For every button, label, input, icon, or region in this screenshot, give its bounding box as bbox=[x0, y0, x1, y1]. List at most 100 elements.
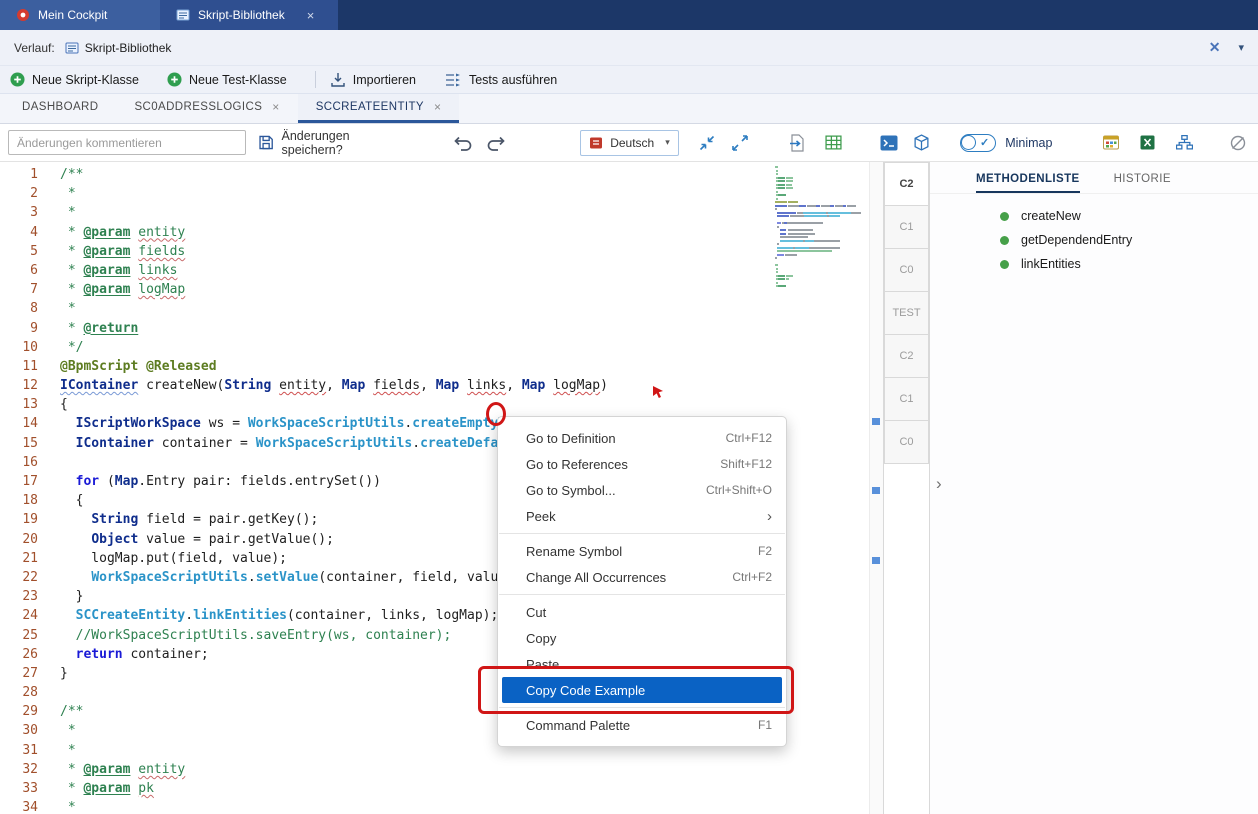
code-text: * bbox=[60, 299, 76, 318]
close-icon[interactable]: × bbox=[272, 100, 279, 114]
code-line[interactable]: 3 * bbox=[0, 203, 883, 222]
side-tab-c1[interactable]: C1 bbox=[884, 205, 929, 249]
run-tests-button[interactable]: Tests ausführen bbox=[444, 72, 557, 88]
minimap[interactable] bbox=[775, 166, 865, 289]
code-line[interactable]: 34 * bbox=[0, 798, 883, 814]
menu-shortcut: Ctrl+Shift+O bbox=[706, 483, 772, 497]
save-icon bbox=[258, 134, 274, 151]
menu-item-command-palette[interactable]: Command PaletteF1 bbox=[498, 712, 786, 738]
code-text: } bbox=[60, 664, 68, 683]
planner-button[interactable] bbox=[1098, 130, 1123, 156]
menu-item-go-to-symbol[interactable]: Go to Symbol...Ctrl+Shift+O bbox=[498, 477, 786, 503]
line-number: 27 bbox=[0, 664, 38, 683]
sync-disabled-button[interactable] bbox=[1225, 130, 1250, 156]
side-tab-test[interactable]: TEST bbox=[884, 291, 929, 335]
menu-item-label: Copy Code Example bbox=[526, 683, 772, 698]
code-line[interactable]: 4 * @param entity bbox=[0, 223, 883, 242]
code-line[interactable]: 33 * @param pk bbox=[0, 779, 883, 798]
menu-item-rename-symbol[interactable]: Rename SymbolF2 bbox=[498, 538, 786, 564]
table-view-button[interactable] bbox=[821, 130, 846, 156]
line-number: 28 bbox=[0, 683, 38, 702]
method-item-getdependendentry[interactable]: getDependendEntry bbox=[930, 228, 1258, 252]
export-code-button[interactable] bbox=[785, 130, 810, 156]
code-line[interactable]: 10 */ bbox=[0, 338, 883, 357]
new-test-class-button[interactable]: Neue Test-Klasse bbox=[167, 72, 287, 87]
line-number: 10 bbox=[0, 338, 38, 357]
line-number: 2 bbox=[0, 184, 38, 203]
code-text: * @param pk bbox=[60, 779, 154, 798]
line-number: 16 bbox=[0, 453, 38, 472]
menu-item-go-to-definition[interactable]: Go to DefinitionCtrl+F12 bbox=[498, 425, 786, 451]
undo-button[interactable] bbox=[450, 130, 475, 156]
code-line[interactable]: 5 * @param fields bbox=[0, 242, 883, 261]
method-item-createnew[interactable]: createNew bbox=[930, 204, 1258, 228]
import-button[interactable]: Importieren bbox=[330, 72, 416, 88]
window-tab-mein-cockpit[interactable]: Mein Cockpit bbox=[0, 0, 160, 30]
editor-scrollbar[interactable] bbox=[869, 162, 883, 814]
minimap-toggle[interactable]: ✓ bbox=[960, 134, 996, 152]
hierarchy-button[interactable] bbox=[1172, 130, 1197, 156]
code-line[interactable]: 1/** bbox=[0, 165, 883, 184]
menu-item-copy-code-example[interactable]: Copy Code Example bbox=[502, 677, 782, 703]
table-grid-icon bbox=[825, 135, 842, 150]
doc-tab-sccreateentity[interactable]: SCCREATEENTITY× bbox=[298, 94, 460, 123]
menu-item-cut[interactable]: Cut bbox=[498, 599, 786, 625]
minimap-row bbox=[775, 194, 865, 196]
comment-input[interactable] bbox=[8, 130, 246, 155]
code-line[interactable]: 7 * @param logMap bbox=[0, 280, 883, 299]
code-line[interactable]: 8 * bbox=[0, 299, 883, 318]
new-script-class-button[interactable]: Neue Skript-Klasse bbox=[10, 72, 139, 87]
line-number: 13 bbox=[0, 395, 38, 414]
code-line[interactable]: 11@BpmScript @Released bbox=[0, 357, 883, 376]
history-label: Verlauf: bbox=[14, 41, 55, 55]
code-text: * @param links bbox=[60, 261, 177, 280]
menu-item-change-all-occurrences[interactable]: Change All OccurrencesCtrl+F2 bbox=[498, 564, 786, 590]
history-bar: Verlauf: Skript-Bibliothek ✕ ▾ bbox=[0, 30, 1258, 66]
code-line[interactable]: 6 * @param links bbox=[0, 261, 883, 280]
window-tab-label: Mein Cockpit bbox=[38, 8, 107, 22]
doc-tab-sc0addresslogics[interactable]: SC0ADDRESSLOGICS× bbox=[116, 94, 297, 123]
save-label: Änderungen speichern? bbox=[282, 129, 409, 157]
chevron-right-icon[interactable]: › bbox=[936, 474, 942, 494]
code-line[interactable]: 2 * bbox=[0, 184, 883, 203]
code-text: { bbox=[60, 395, 68, 414]
menu-item-paste[interactable]: Paste bbox=[498, 651, 786, 677]
side-tab-c0[interactable]: C0 bbox=[884, 420, 929, 464]
window-tab-skript-bibliothek[interactable]: Skript-Bibliothek × bbox=[160, 0, 338, 30]
redo-icon bbox=[486, 134, 506, 152]
chevron-down-icon[interactable]: ▾ bbox=[1238, 41, 1244, 54]
package-button[interactable] bbox=[909, 130, 934, 156]
save-changes-button[interactable]: Änderungen speichern? bbox=[258, 129, 408, 157]
side-tab-c1[interactable]: C1 bbox=[884, 377, 929, 421]
menu-item-peek[interactable]: Peek› bbox=[498, 503, 786, 529]
language-value: Deutsch bbox=[610, 136, 654, 150]
tab-historie[interactable]: HISTORIE bbox=[1114, 173, 1171, 193]
doc-tab-dashboard[interactable]: DASHBOARD bbox=[4, 94, 116, 123]
terminal-button[interactable] bbox=[876, 130, 901, 156]
expand-button[interactable] bbox=[728, 130, 753, 156]
language-select[interactable]: Deutsch ▾ bbox=[580, 130, 679, 156]
method-item-linkentities[interactable]: linkEntities bbox=[930, 252, 1258, 276]
minimap-row bbox=[775, 222, 865, 224]
code-line[interactable]: 32 * @param entity bbox=[0, 760, 883, 779]
excel-export-button[interactable] bbox=[1135, 130, 1160, 156]
menu-shortcut: F2 bbox=[758, 544, 772, 558]
side-tab-c2[interactable]: C2 bbox=[884, 334, 929, 378]
code-line[interactable]: 9 * @return bbox=[0, 319, 883, 338]
side-tab-c2[interactable]: C2 bbox=[884, 162, 929, 206]
line-number: 12 bbox=[0, 376, 38, 395]
code-line[interactable]: 13 { bbox=[0, 395, 883, 414]
side-tab-c0[interactable]: C0 bbox=[884, 248, 929, 292]
close-icon[interactable]: × bbox=[307, 9, 315, 22]
redo-button[interactable] bbox=[483, 130, 508, 156]
history-item-skript-bibliothek[interactable]: Skript-Bibliothek bbox=[65, 41, 172, 55]
collapse-button[interactable] bbox=[695, 130, 720, 156]
minimap-row bbox=[775, 180, 865, 182]
menu-item-go-to-references[interactable]: Go to ReferencesShift+F12 bbox=[498, 451, 786, 477]
close-icon[interactable]: × bbox=[434, 100, 441, 114]
tab-methodenliste[interactable]: METHODENLISTE bbox=[976, 173, 1080, 193]
code-text: } bbox=[60, 587, 83, 606]
menu-item-copy[interactable]: Copy bbox=[498, 625, 786, 651]
close-icon[interactable]: ✕ bbox=[1209, 39, 1221, 56]
code-line[interactable]: 12IContainer createNew(String entity, Ma… bbox=[0, 376, 883, 395]
